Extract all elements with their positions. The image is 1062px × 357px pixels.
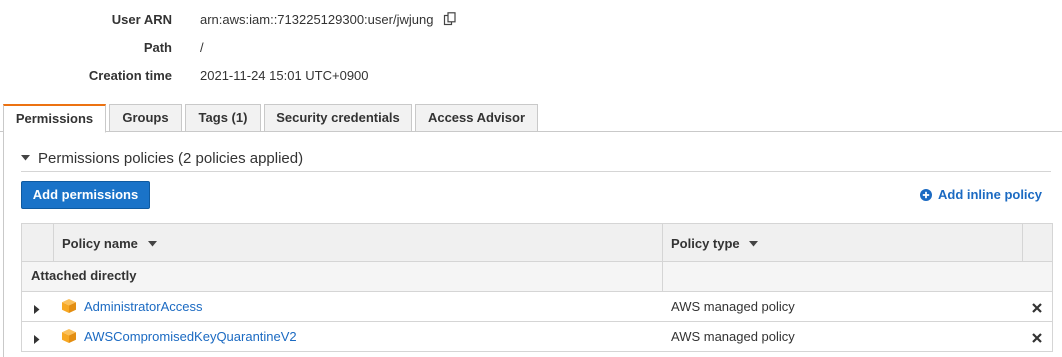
tab-security-credentials[interactable]: Security credentials <box>264 104 412 132</box>
summary-row-creation-time: Creation time 2021-11-24 15:01 UTC+0900 <box>0 67 1062 85</box>
user-arn-text: arn:aws:iam::713225129300:user/jwjung <box>200 12 434 27</box>
column-divider <box>662 224 663 262</box>
user-arn-label: User ARN <box>111 12 172 27</box>
remove-x-icon[interactable] <box>1032 301 1042 316</box>
tab-bar: Permissions Groups Tags (1) Security cre… <box>0 103 1062 133</box>
add-inline-policy-link[interactable]: Add inline policy <box>920 187 1042 204</box>
tab-groups[interactable]: Groups <box>109 104 182 132</box>
user-arn-value: arn:aws:iam::713225129300:user/jwjung <box>200 11 457 31</box>
policy-box-icon <box>61 328 77 347</box>
column-divider <box>53 224 54 262</box>
column-divider <box>662 262 663 291</box>
path-value: / <box>200 40 204 55</box>
policy-name-link[interactable]: AWSCompromisedKeyQuarantineV2 <box>84 322 297 352</box>
column-header-policy-name[interactable]: Policy name <box>62 224 157 262</box>
expand-caret-icon[interactable] <box>34 302 40 317</box>
policy-name-link[interactable]: AdministratorAccess <box>84 292 202 322</box>
policies-table: Policy name Policy type Attached directl… <box>21 223 1053 352</box>
sort-down-icon <box>749 224 759 262</box>
add-permissions-button[interactable]: Add permissions <box>21 181 150 209</box>
caret-down-icon <box>21 148 30 165</box>
path-label: Path <box>143 40 172 55</box>
policy-type-value: AWS managed policy <box>671 329 795 344</box>
tab-access-advisor[interactable]: Access Advisor <box>415 104 538 132</box>
policy-type-header-label: Policy type <box>671 236 740 251</box>
summary-row-user-arn: User ARN arn:aws:iam::713225129300:user/… <box>0 11 1062 29</box>
creation-time-label: Creation time <box>88 68 172 83</box>
summary-row-path: Path / <box>0 39 1062 57</box>
table-row: AdministratorAccess AWS managed policy <box>22 292 1052 322</box>
sort-down-icon <box>147 224 157 262</box>
creation-time-value: 2021-11-24 15:01 UTC+0900 <box>200 68 369 83</box>
remove-x-icon[interactable] <box>1032 331 1042 346</box>
column-header-policy-type[interactable]: Policy type <box>671 224 759 262</box>
group-label: Attached directly <box>31 268 137 283</box>
copy-icon[interactable] <box>443 12 457 31</box>
table-row: AWSCompromisedKeyQuarantineV2 AWS manage… <box>22 322 1052 352</box>
group-row-attached-directly: Attached directly <box>22 262 1052 292</box>
policy-name-header-label: Policy name <box>62 236 138 251</box>
table-header: Policy name Policy type <box>22 224 1052 262</box>
permissions-policies-header[interactable]: Permissions policies (2 policies applied… <box>21 148 303 167</box>
tab-permissions[interactable]: Permissions <box>3 104 106 133</box>
section-divider <box>21 171 1051 172</box>
column-divider <box>1022 224 1023 262</box>
policy-box-icon <box>61 298 77 317</box>
plus-circle-icon <box>920 189 932 204</box>
section-title-text: Permissions policies (2 policies applied… <box>38 150 304 167</box>
expand-caret-icon[interactable] <box>34 332 40 347</box>
tab-tags[interactable]: Tags (1) <box>185 104 261 132</box>
add-inline-policy-label: Add inline policy <box>938 187 1043 202</box>
policy-type-value: AWS managed policy <box>671 299 795 314</box>
